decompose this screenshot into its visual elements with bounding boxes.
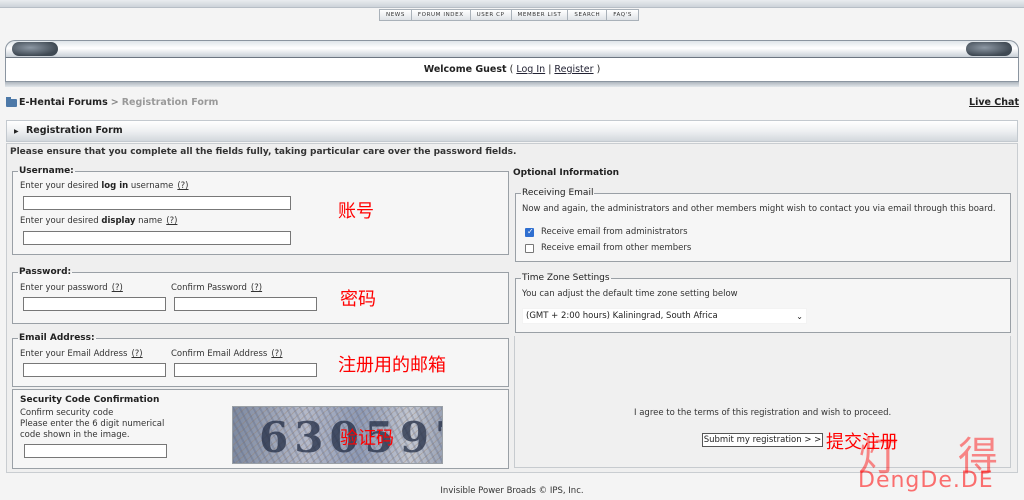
- folder-icon: [6, 96, 17, 107]
- breadcrumb-current: Registration Form: [121, 97, 219, 108]
- login-label-pre: Enter your desired: [20, 181, 102, 191]
- help-link[interactable]: (?): [131, 349, 142, 359]
- header-cap-right: [966, 42, 1012, 56]
- email-label-text: Enter your Email Address: [20, 349, 128, 359]
- security-title: Security Code Confirmation: [20, 395, 160, 405]
- welcome-paren-close: ): [596, 64, 601, 75]
- breadcrumb-home[interactable]: E-Hentai Forums: [19, 97, 108, 108]
- security-box: Security Code Confirmation Confirm secur…: [12, 389, 509, 469]
- email-input[interactable]: [23, 363, 166, 377]
- admin-email-label: Receive email from administrators: [541, 227, 688, 237]
- timezone-selected: (GMT + 2:00 hours) Kaliningrad, South Af…: [526, 311, 718, 321]
- annotation-captcha: 验证码: [340, 428, 394, 449]
- annotation-username: 账号: [338, 201, 374, 222]
- welcome-paren-open: (: [509, 64, 514, 75]
- member-email-checkbox[interactable]: [525, 244, 534, 253]
- welcome-box: Welcome Guest ( Log In | Register ): [5, 58, 1019, 82]
- breadcrumb-separator: >: [110, 97, 119, 108]
- breadcrumb: E-Hentai Forums > Registration Form: [6, 96, 219, 108]
- timezone-desc: You can adjust the default time zone set…: [522, 289, 738, 299]
- timezone-select[interactable]: (GMT + 2:00 hours) Kaliningrad, South Af…: [522, 308, 807, 324]
- nav-forum-index[interactable]: FORUM INDEX: [412, 10, 471, 20]
- display-name-label: Enter your desired display name (?): [20, 216, 177, 226]
- help-link[interactable]: (?): [251, 283, 262, 293]
- welcome-separator: |: [548, 64, 552, 75]
- timezone-fieldset: Time Zone Settings: [515, 273, 1011, 333]
- username-legend: Username:: [19, 166, 74, 176]
- receiving-email-desc: Now and again, the administrators and ot…: [522, 204, 996, 214]
- top-nav: NEWS FORUM INDEX USER CP MEMBER LIST SEA…: [379, 9, 639, 21]
- header-underbar: [5, 82, 1019, 87]
- login-link[interactable]: Log In: [516, 64, 545, 75]
- agree-text: I agree to the terms of this registratio…: [634, 408, 892, 418]
- display-name-input[interactable]: [23, 231, 291, 245]
- annotation-email: 注册用的邮箱: [338, 355, 446, 376]
- nav-member-list[interactable]: MEMBER LIST: [512, 10, 569, 20]
- login-label-bold: log in: [101, 181, 129, 191]
- help-link[interactable]: (?): [112, 283, 123, 293]
- watermark-site: DengDe.DE: [858, 468, 994, 493]
- live-chat-link[interactable]: Live Chat: [969, 97, 1019, 108]
- display-label-bold: display: [101, 216, 136, 226]
- confirm-password-label: Confirm Password (?): [171, 283, 262, 293]
- nav-news[interactable]: NEWS: [380, 10, 412, 20]
- form-notice: Please ensure that you complete all the …: [10, 147, 517, 157]
- help-link[interactable]: (?): [271, 349, 282, 359]
- admin-email-checkbox[interactable]: [525, 227, 534, 237]
- password-input[interactable]: [23, 297, 166, 311]
- receiving-email-legend: Receiving Email: [522, 188, 594, 198]
- confirm-password-input[interactable]: [174, 297, 317, 311]
- email-label: Enter your Email Address (?): [20, 349, 143, 359]
- help-link[interactable]: (?): [177, 181, 188, 191]
- nav-user-cp[interactable]: USER CP: [471, 10, 512, 20]
- optional-title: Optional Information: [513, 168, 620, 178]
- welcome-text: Welcome Guest: [423, 64, 507, 75]
- nav-faqs[interactable]: FAQ'S: [607, 10, 638, 20]
- member-email-label: Receive email from other members: [541, 243, 692, 253]
- login-username-input[interactable]: [23, 196, 291, 210]
- password-label: Enter your password (?): [20, 283, 123, 293]
- register-link[interactable]: Register: [554, 64, 593, 75]
- security-line-2: Please enter the 6 digit numerical: [20, 419, 165, 429]
- password-label-text: Enter your password: [20, 283, 108, 293]
- help-link[interactable]: (?): [166, 216, 177, 226]
- security-code-input[interactable]: [24, 444, 167, 458]
- email-legend: Email Address:: [19, 333, 95, 343]
- password-fieldset: Password:: [12, 267, 509, 324]
- form-title: Registration Form: [25, 125, 123, 136]
- captcha-image: 630597: [232, 406, 443, 464]
- top-strip: [0, 0, 1024, 8]
- security-line-1: Confirm security code: [20, 408, 114, 418]
- display-label-pre: Enter your desired: [20, 216, 102, 226]
- login-label-post: username: [128, 181, 174, 191]
- display-label-post: name: [135, 216, 163, 226]
- submit-button[interactable]: Submit my registration > >: [702, 433, 823, 447]
- confirm-email-label-text: Confirm Email Address: [171, 349, 268, 359]
- password-legend: Password:: [19, 267, 72, 277]
- header-bar: [5, 40, 1019, 58]
- confirm-password-label-text: Confirm Password: [171, 283, 247, 293]
- form-title-bar: ▶ Registration Form: [6, 120, 1018, 142]
- login-username-label: Enter your desired log in username (?): [20, 181, 189, 191]
- confirm-email-input[interactable]: [174, 363, 317, 377]
- header-cap-left: [12, 42, 58, 56]
- timezone-legend: Time Zone Settings: [522, 273, 610, 283]
- chevron-down-icon: ⌄: [796, 312, 803, 321]
- nav-search[interactable]: SEARCH: [568, 10, 608, 20]
- security-line-3: code shown in the image.: [20, 430, 130, 440]
- annotation-password: 密码: [340, 289, 376, 310]
- confirm-email-label: Confirm Email Address (?): [171, 349, 283, 359]
- right-panel: [514, 336, 1011, 468]
- arrow-right-icon: ▶: [14, 128, 19, 135]
